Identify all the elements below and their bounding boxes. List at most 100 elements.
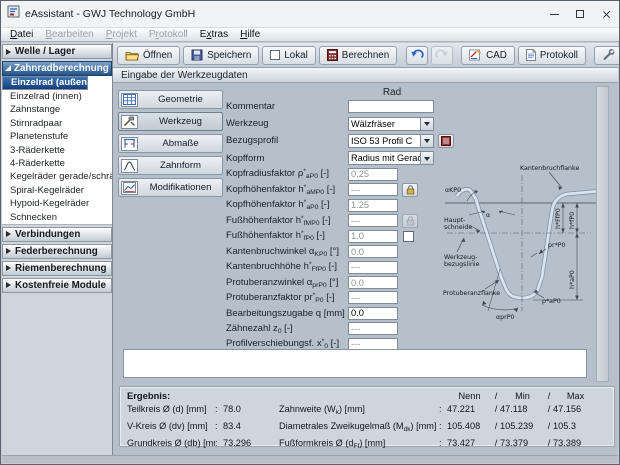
maximize-button[interactable] <box>567 1 593 27</box>
open-button[interactable]: Öffnen <box>117 46 180 65</box>
form-row-kopfradiusfaktor: Kopfradiusfaktor ρ*aP0 [-] <box>226 167 462 182</box>
nav-button-zahnform[interactable]: Zahnform <box>118 156 223 175</box>
diagram-label-pr-p0: pr*P0 <box>548 242 566 249</box>
results-header-min: Min <box>500 391 545 402</box>
form-row-protuberanzwinkel: Protuberanzwinkel αprP0 [°] <box>226 275 462 290</box>
menu-protokoll[interactable]: Protokoll <box>143 29 194 40</box>
geometrie-icon <box>121 93 138 107</box>
sidebar-item-3-räderkette[interactable]: 3-Räderkette <box>2 144 112 157</box>
window-bottom-frame <box>2 455 618 463</box>
werkzeug-icon <box>121 115 138 129</box>
nav-button-geometrie[interactable]: Geometrie <box>118 90 223 109</box>
kopfform-select[interactable]: Radius mit Gerade <box>348 151 434 165</box>
sidebar-group-federberechnung[interactable]: Federberechnung <box>2 244 112 259</box>
bezugsprofil-database-button[interactable] <box>438 134 454 148</box>
section-title: Eingabe der Werkzeugdaten <box>121 70 248 81</box>
sidebar-item-kegelräder-gerade-schräg[interactable]: Kegelräder gerade/schräg <box>2 170 112 183</box>
protocol-button[interactable]: Protokoll <box>518 46 586 65</box>
dropdown-arrow-icon[interactable] <box>420 135 433 147</box>
calc-icon <box>327 49 338 61</box>
werkzeug-label: Werkzeug <box>226 118 348 129</box>
protuberanzwinkel-label: Protuberanzwinkel αprP0 [°] <box>226 277 348 289</box>
kantenbruchwinkel-input[interactable] <box>348 245 398 258</box>
sidebar-item-planetenstufe[interactable]: Planetenstufe <box>2 130 112 143</box>
zaehnezahl-input[interactable] <box>348 322 398 335</box>
titlebar[interactable]: eAssistant - GWJ Technology GmbH <box>1 1 619 28</box>
section-header: Eingabe der Werkzeugdaten <box>113 68 618 83</box>
protuberanzfaktor-label: Protuberanzfaktor pr*P0 [-] <box>226 292 348 304</box>
sidebar-group-label: Federberechnung <box>15 246 98 257</box>
result-label-left: Grundkreis Ø (db) [mm] <box>127 438 215 453</box>
sidebar-group-welle-lager[interactable]: Welle / Lager <box>2 44 112 59</box>
sidebar-item-einzelrad-außen[interactable]: Einzelrad (außen) <box>2 76 88 90</box>
menu-extras[interactable]: Extras <box>194 29 234 40</box>
dropdown-arrow-icon[interactable] <box>420 152 433 164</box>
fusshoehenfaktor-fmp0-lock-button[interactable] <box>402 214 418 228</box>
fusshoehenfaktor-fmp0-input[interactable] <box>348 214 398 227</box>
calculate-button[interactable]: Berechnen <box>319 46 397 65</box>
menu-bearbeiten[interactable]: Bearbeiten <box>39 29 99 40</box>
result-value-nenn: 47.221 <box>447 404 492 419</box>
sidebar-group-zahnradberechnung[interactable]: Zahnradberechnung <box>2 61 112 76</box>
kommentar-input[interactable] <box>348 100 434 113</box>
sidebar-group-kostenfreie-module[interactable]: Kostenfreie Module <box>2 278 112 293</box>
protuberanzwinkel-input[interactable] <box>348 276 398 289</box>
local-button[interactable]: Lokal <box>262 46 315 65</box>
sidebar-item-zahnstange[interactable]: Zahnstange <box>2 103 112 116</box>
result-colon: : <box>215 404 223 419</box>
form-row-fusshoehenfaktor-fp0: Fußhöhenfaktor h*fP0 [-] <box>226 229 462 244</box>
sidebar-item-einzelrad-innen[interactable]: Einzelrad (innen) <box>2 90 112 103</box>
sidebar-item-hypoid-kegelräder[interactable]: Hypoid-Kegelräder <box>2 197 112 210</box>
sidebar-group-riemenberechnung[interactable]: Riemenberechnung <box>2 261 112 276</box>
minimize-button[interactable] <box>541 1 567 27</box>
form-row-protuberanzfaktor: Protuberanzfaktor pr*P0 [-] <box>226 290 462 305</box>
scrollbar-track[interactable] <box>596 86 609 382</box>
menu-datei[interactable]: Datei <box>4 29 39 40</box>
werkzeug-select[interactable]: Wälzfräser <box>348 117 434 131</box>
lock-icon <box>406 185 415 195</box>
nav-button-label: Modifikationen <box>143 182 222 193</box>
dropdown-arrow-icon[interactable] <box>420 118 433 130</box>
sidebar-item-schnecken[interactable]: Schnecken <box>2 211 112 224</box>
nav-button-label: Geometrie <box>143 94 222 105</box>
nav-button-werkzeug[interactable]: Werkzeug <box>118 112 223 131</box>
result-colon: : <box>215 421 223 436</box>
sidebar-group-verbindungen[interactable]: Verbindungen <box>2 227 112 242</box>
sidebar-item-spiral-kegelräder[interactable]: Spiral-Kegelräder <box>2 184 112 197</box>
kantenbruchhoehe-input[interactable] <box>348 261 398 274</box>
kopfradiusfaktor-input[interactable] <box>348 168 398 181</box>
close-button[interactable] <box>593 1 619 27</box>
nav-button-modifikationen[interactable]: Modifikationen <box>118 178 223 197</box>
sidebar-item-stirnradpaar[interactable]: Stirnradpaar <box>2 117 112 130</box>
expanded-arrow-icon <box>5 65 11 71</box>
sidebar-item-4-räderkette[interactable]: 4-Räderkette <box>2 157 112 170</box>
protuberanzfaktor-input[interactable] <box>348 291 398 304</box>
undo-button[interactable] <box>406 46 428 65</box>
kopfhoehenfaktor-amp0-input[interactable] <box>348 183 398 196</box>
menu-projekt[interactable]: Projekt <box>100 29 143 40</box>
kopfhoehenfaktor-amp0-lock-button[interactable] <box>402 183 418 197</box>
result-value-min: 73.379 <box>500 438 545 453</box>
nav-button-label: Werkzeug <box>143 116 222 127</box>
fusshoehenfaktor-fp0-label: Fußhöhenfaktor h*fP0 [-] <box>226 230 348 242</box>
app-window: eAssistant - GWJ Technology GmbH DateiBe… <box>0 0 620 465</box>
bezugsprofil-select[interactable]: ISO 53 Profil C <box>348 134 434 148</box>
result-value-max: 47.156 <box>553 404 598 419</box>
nav-button-abmaße[interactable]: Abmaße <box>118 134 223 153</box>
kopfhoehenfaktor-ap0-input[interactable] <box>348 199 398 212</box>
result-sep: / <box>492 421 500 436</box>
redo-button[interactable] <box>431 46 453 65</box>
local-checkbox[interactable] <box>270 50 280 60</box>
save-button[interactable]: Speichern <box>183 46 259 65</box>
bearbeitungszugabe-input[interactable] <box>348 307 398 320</box>
fusshoehenfaktor-fp0-checkbox[interactable] <box>403 231 414 242</box>
form-row-zaehnezahl: Zähnezahl z0 [-] <box>226 321 462 336</box>
menu-hilfe[interactable]: Hilfe <box>234 29 266 40</box>
fusshoehenfaktor-fp0-input[interactable] <box>348 230 398 243</box>
folder-icon <box>125 50 139 61</box>
settings-button[interactable]: Einstellungen <box>594 46 620 65</box>
cad-button[interactable]: CAD <box>461 46 515 65</box>
form-row-kopfform: KopfformRadius mit Gerade <box>226 150 462 167</box>
open-label: Öffnen <box>143 50 172 61</box>
cad-icon <box>469 49 482 61</box>
